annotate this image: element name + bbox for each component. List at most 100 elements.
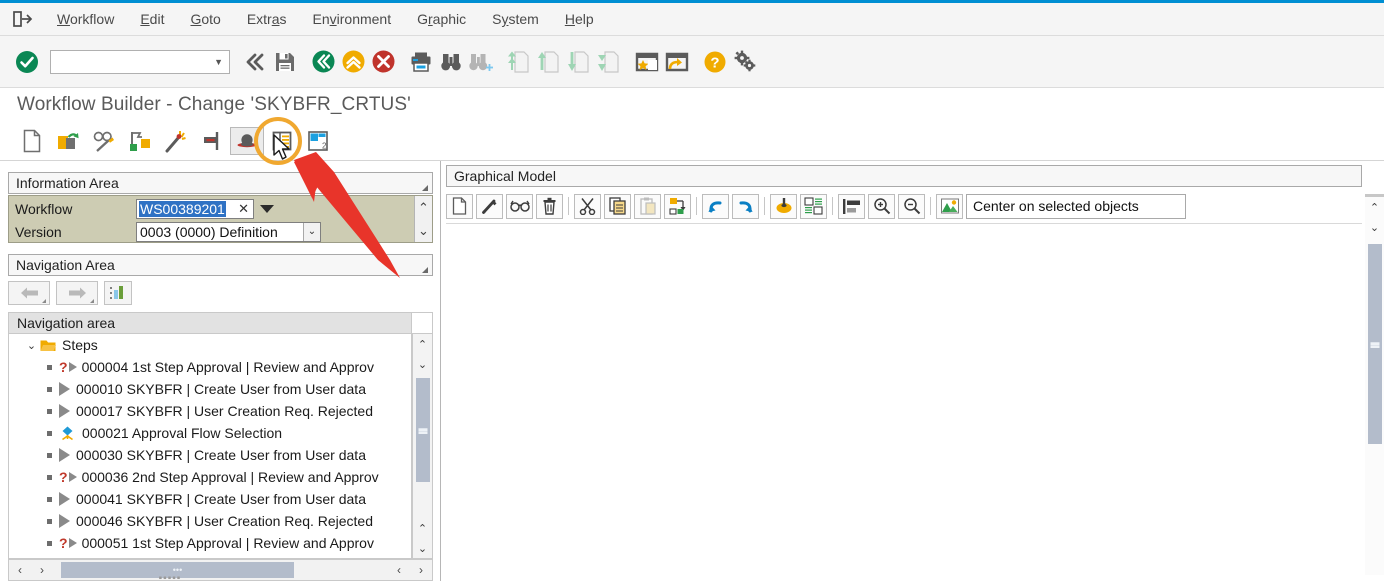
scroll-left-icon[interactable]: ‹ [388,560,410,580]
menu-item-workflow[interactable]: Workflow [44,8,127,30]
customize-local-layout-icon[interactable] [730,47,760,77]
tree-row-step-000030[interactable]: 000030 SKYBFR | Create User from User da… [9,444,411,466]
graphical-model-canvas[interactable] [446,223,1362,575]
workflow-version-button[interactable] [122,125,158,157]
nav-overview-button[interactable] [104,281,132,305]
scroll-left-icon[interactable]: ‹ [9,560,31,580]
gm-highlight-button[interactable] [770,193,797,219]
dropdown-grip-icon[interactable] [42,299,46,303]
find-next-binoculars-icon[interactable] [466,47,496,77]
navigation-tree-scrollbar[interactable]: ⌃ ⌄ ▬ ▬ ⌃ ⌄ [412,334,433,559]
back-double-chevron-icon[interactable] [240,47,270,77]
find-binoculars-icon[interactable] [436,47,466,77]
gm-undo-button[interactable] [702,193,729,219]
resize-grip-icon[interactable] [422,267,428,273]
menu-item-graphic[interactable]: Graphic [404,8,479,30]
system-menu-icon[interactable] [10,9,36,29]
open-workflow-button[interactable] [50,125,86,157]
wizard-button[interactable] [158,125,194,157]
gm-paste-button[interactable] [634,193,661,219]
nav-back-button[interactable] [8,281,50,305]
save-floppy-icon[interactable] [270,47,300,77]
create-shortcut-icon[interactable] [662,47,692,77]
menu-item-goto[interactable]: Goto [177,8,233,30]
tree-row-step-000004[interactable]: ? 000004 1st Step Approval | Review and … [9,356,411,378]
graphical-model-header[interactable]: Graphical Model [446,165,1362,187]
gm-delete-button[interactable] [536,193,563,219]
tree-row-step-000017[interactable]: 000017 SKYBFR | User Creation Req. Rejec… [9,400,411,422]
chevron-down-icon[interactable]: ⌄ [303,222,320,241]
gm-create-button[interactable] [446,193,473,219]
workflow-input[interactable]: WS00389201 ✕ [136,198,254,219]
print-icon[interactable] [406,47,436,77]
gm-display-button[interactable] [506,193,533,219]
workflow-container-button[interactable] [264,125,300,157]
resize-grip-icon[interactable] [422,185,428,191]
navigation-area-header[interactable]: Navigation Area [8,254,433,276]
last-page-icon[interactable] [594,47,624,77]
gm-change-button[interactable] [476,193,503,219]
help-icon[interactable]: ? [700,47,730,77]
dropdown-grip-icon[interactable] [90,299,94,303]
basic-data-button[interactable] [230,126,264,155]
create-session-icon[interactable] [632,47,662,77]
workflow-stop-button[interactable] [194,125,230,157]
second-view-button[interactable]: 2 [300,125,336,157]
scrollbar-thumb[interactable]: ▬ ▬ [416,378,430,482]
new-workflow-button[interactable] [14,125,50,157]
gm-center-button[interactable] [936,193,963,219]
tree-row-step-000041[interactable]: 000041 SKYBFR | Create User from User da… [9,488,411,510]
exit-yellow-icon[interactable] [338,47,368,77]
chevron-down-icon[interactable]: ⌄ [1365,217,1384,237]
green-check-enter-icon[interactable] [12,47,42,77]
tree-row-steps-root[interactable]: ⌄ Steps [9,334,411,356]
first-page-icon[interactable] [504,47,534,77]
chevron-down-icon[interactable]: ⌄ [418,224,429,237]
chevron-up-icon[interactable]: ⌃ [413,518,432,538]
chevron-up-icon[interactable]: ⌃ [413,334,432,354]
cancel-red-icon[interactable] [368,47,398,77]
chevron-down-icon[interactable]: ⌄ [413,354,432,374]
next-page-icon[interactable] [564,47,594,77]
chevron-down-icon[interactable]: ⌄ [413,538,432,558]
clear-x-icon[interactable]: ✕ [238,201,251,217]
menu-item-edit[interactable]: Edit [127,8,177,30]
scrollbar-thumb[interactable]: ▬ ▬ [1368,244,1382,444]
tree-row-step-000051[interactable]: ? 000051 1st Step Approval | Review and … [9,532,411,554]
nav-forward-button[interactable] [56,281,98,305]
previous-page-icon[interactable] [534,47,564,77]
gm-zoom-in-button[interactable] [868,193,895,219]
information-area-header[interactable]: Information Area [8,172,433,194]
tree-row-step-000036[interactable]: ? 000036 2nd Step Approval | Review and … [9,466,411,488]
menu-item-extras[interactable]: Extras [234,8,300,30]
menu-item-help[interactable]: Help [552,8,607,30]
tree-row-step-000010[interactable]: 000010 SKYBFR | Create User from User da… [9,378,411,400]
navigation-horizontal-scrollbar[interactable]: ‹ › ••• ‹ › [8,559,433,581]
gm-cut-button[interactable] [574,193,601,219]
gm-redo-button[interactable] [732,193,759,219]
chevron-down-icon[interactable]: ⌄ [25,339,38,352]
display-change-button[interactable] [86,125,122,157]
information-area-scrollbar[interactable]: ⌃ ⌄ [414,196,432,242]
scrollbar-track[interactable]: ••• [53,560,388,580]
tree-row-step-000021[interactable]: 000021 Approval Flow Selection [9,422,411,444]
center-on-selected-objects-select[interactable]: Center on selected objects [966,193,1186,219]
graphical-model-scrollbar[interactable]: ⌃ ⌄ ▬ ▬ [1365,194,1384,575]
back-green-icon[interactable] [308,47,338,77]
chevron-down-icon[interactable]: ▼ [214,57,223,67]
gm-copy-button[interactable] [604,193,631,219]
navigation-tree[interactable]: ⌄ Steps ? 000004 1st Step Approval | Rev… [8,334,412,559]
gm-insert-button[interactable] [664,193,691,219]
chevron-up-icon[interactable]: ⌃ [1365,197,1384,217]
value-help-arrow-icon[interactable] [260,204,274,213]
menu-item-environment[interactable]: Environment [300,8,405,30]
gm-zoom-out-button[interactable] [898,193,925,219]
menu-item-system[interactable]: System [479,8,552,30]
gm-layout-button[interactable] [800,193,827,219]
chevron-up-icon[interactable]: ⌃ [418,201,429,214]
version-select[interactable]: 0003 (0000) Definition ⌄ [136,221,321,242]
scroll-right-icon[interactable]: › [31,560,53,580]
gm-align-button[interactable] [838,193,865,219]
command-field[interactable]: ▼ [50,49,230,74]
pane-splitter-grip[interactable]: ▪▪▪▪▪ [140,573,200,581]
